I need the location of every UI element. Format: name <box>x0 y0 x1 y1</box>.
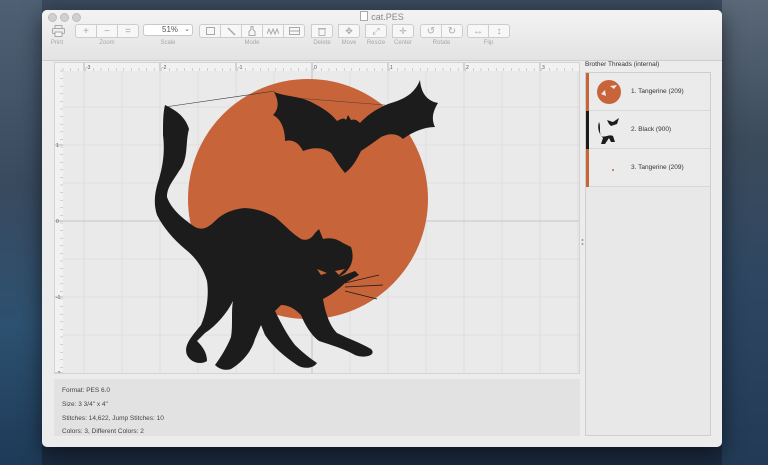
ruler-x-label: 1 <box>390 65 393 71</box>
hoop-icon <box>288 27 300 35</box>
size-info: Size: 3 3/4" x 4" <box>62 401 108 408</box>
rectangle-icon <box>205 27 215 35</box>
zoom-in-button[interactable]: + <box>75 24 97 38</box>
crosshair-icon: ✛ <box>399 25 407 36</box>
mode-label: Mode <box>244 40 260 46</box>
design-info-panel: Format: PES 6.0 Size: 3 3/4" x 4" Stitch… <box>54 379 580 436</box>
mode-stitch-button[interactable] <box>262 24 284 38</box>
flip-label: Flip <box>483 40 494 46</box>
mode-group <box>199 24 305 38</box>
wand-icon <box>226 26 236 36</box>
mode-frame-button[interactable] <box>283 24 305 38</box>
ruler-x-label: -3 <box>86 65 91 71</box>
ruler-y-label: -2 <box>56 371 61 373</box>
minus-icon: − <box>104 25 110 37</box>
rotate-left-icon: ↺ <box>426 25 436 37</box>
delete-button[interactable] <box>311 24 333 38</box>
rotate-left-button[interactable]: ↺ <box>420 24 442 38</box>
rotate-group: ↺ ↻ <box>420 24 463 38</box>
move-group: ✥ <box>338 24 360 38</box>
top-ruler <box>55 63 579 71</box>
plus-icon: + <box>83 25 89 37</box>
format-info: Format: PES 6.0 <box>62 387 111 394</box>
desktop-background-right <box>722 0 768 465</box>
resize-label: Resize <box>366 40 386 46</box>
center-button[interactable]: ✛ <box>392 24 414 38</box>
zoom-label: Zoom <box>99 40 115 46</box>
mode-bottle-button[interactable] <box>241 24 263 38</box>
zoom-group: + − = <box>75 24 139 38</box>
desktop-background-left <box>0 0 42 465</box>
resize-button[interactable]: ⤢ <box>365 24 387 38</box>
thread-3-thumbnail <box>612 169 614 171</box>
flip-group: ↔ ↕ <box>467 24 510 38</box>
threads-panel: 1. Tangerine (209) 2. Black (900) 3. Tan… <box>585 72 711 436</box>
design-canvas-svg: -3 -2 -1 0 1 2 3 1 0 -1 -2 <box>55 63 579 377</box>
flip-vertical-button[interactable]: ↕ <box>488 24 510 38</box>
titlebar: cat.PES Print + − = Zoom 51% ⌄ Scale Mod… <box>42 10 722 61</box>
equals-icon: = <box>125 25 131 37</box>
thread-row[interactable]: 3. Tangerine (209) <box>586 149 710 187</box>
center-group: ✛ <box>392 24 414 38</box>
move-button[interactable]: ✥ <box>338 24 360 38</box>
flip-horizontal-button[interactable]: ↔ <box>467 24 489 38</box>
rotate-label: Rotate <box>432 40 451 46</box>
delete-group <box>311 24 333 38</box>
rotate-right-button[interactable]: ↻ <box>441 24 463 38</box>
ruler-x-label: 3 <box>542 65 545 71</box>
left-ruler <box>55 63 63 373</box>
mode-select-button[interactable] <box>199 24 221 38</box>
print-button[interactable] <box>50 24 66 38</box>
ruler-y-label: 1 <box>56 143 59 149</box>
app-window: cat.PES Print + − = Zoom 51% ⌄ Scale Mod… <box>42 10 722 447</box>
threads-panel-title: Brother Threads (internal) <box>585 61 660 68</box>
thread-row[interactable]: 1. Tangerine (209) <box>586 73 710 111</box>
rotate-right-icon: ↻ <box>447 25 457 37</box>
document-icon <box>360 11 369 21</box>
thread-row[interactable]: 2. Black (900) <box>586 111 710 149</box>
ruler-x-label: -2 <box>162 65 167 71</box>
ruler-y-label: -1 <box>56 295 61 301</box>
scale-label: Scale <box>160 40 176 46</box>
printer-icon <box>51 25 65 37</box>
thread-color-bar <box>586 149 589 187</box>
resize-group: ⤢ <box>365 24 387 38</box>
scale-select[interactable]: 51% ⌄ <box>143 24 193 36</box>
print-label: Print <box>50 40 64 46</box>
thread-label: 2. Black (900) <box>631 126 672 133</box>
ruler-x-label: 2 <box>466 65 469 71</box>
center-label: Center <box>393 40 412 46</box>
print-group <box>50 24 66 38</box>
stitches-info: Stitches: 14,622, Jump Stitches: 10 <box>62 415 164 422</box>
design-canvas[interactable]: -3 -2 -1 0 1 2 3 1 0 -1 -2 <box>54 62 580 377</box>
flip-horizontal-icon: ↔ <box>473 25 483 37</box>
delete-label: Delete <box>313 40 331 46</box>
ruler-y-label: 0 <box>56 219 59 225</box>
thread-1-thumbnail <box>597 80 621 104</box>
thread-color-bar <box>586 111 589 149</box>
stitch-pattern-icon <box>267 27 279 35</box>
chevron-down-icon: ⌄ <box>184 26 190 33</box>
ruler-x-label: 0 <box>314 65 317 71</box>
window-title-text: cat.PES <box>371 12 404 22</box>
zoom-fit-button[interactable]: = <box>117 24 139 38</box>
flip-vertical-icon: ↕ <box>496 25 502 37</box>
zoom-out-button[interactable]: − <box>96 24 118 38</box>
ruler-x-label: -1 <box>238 65 243 71</box>
trash-icon <box>318 27 326 36</box>
scale-value: 51% <box>162 25 179 34</box>
thread-color-bar <box>586 73 589 111</box>
move-label: Move <box>341 40 357 46</box>
resize-arrow-icon: ⤢ <box>372 25 380 36</box>
bottle-icon <box>248 26 256 36</box>
colors-info: Colors: 3, Different Colors: 2 <box>62 428 144 435</box>
mode-wand-button[interactable] <box>220 24 242 38</box>
thread-2-thumbnail <box>598 118 619 144</box>
thread-label: 1. Tangerine (209) <box>631 88 684 95</box>
window-title: cat.PES <box>42 11 722 22</box>
thread-label: 3. Tangerine (209) <box>631 164 684 171</box>
move-arrows-icon: ✥ <box>345 25 353 36</box>
